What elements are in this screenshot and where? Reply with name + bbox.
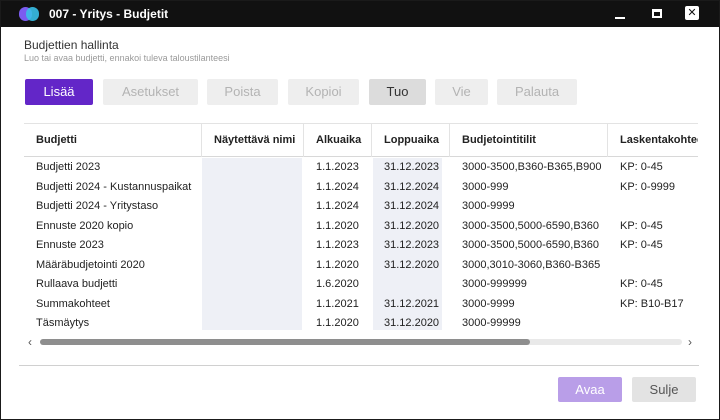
table-cell [202, 217, 304, 237]
window-close-button[interactable]: ✕ [683, 5, 701, 23]
table-row[interactable]: Määräbudjetointi 2020 1.1.2020 31.12.2020 3… [24, 256, 698, 276]
table-cell: KP: 0-9999 [620, 180, 676, 193]
table-cell: 1.1.2024 [316, 180, 359, 193]
table-cell: 31.12.2020 [384, 219, 440, 232]
table-cell [202, 158, 304, 178]
scroll-right-icon[interactable]: › [684, 335, 696, 349]
budget-management-window: 007 - Yritys - Budjetit ✕ Budjettien hal… [0, 0, 720, 420]
maximize-button[interactable] [648, 5, 666, 23]
table-row[interactable]: Rullaava budjetti 1.6.2020 3000-999999 KP: … [24, 275, 698, 295]
table-row[interactable]: Budjetti 2023 1.1.2023 31.12.2023 3000-3500… [24, 158, 698, 178]
table-cell: 3000-99999 [462, 317, 521, 329]
column-header-start[interactable]: Alkuaika [304, 124, 372, 157]
scroll-left-icon[interactable]: ‹ [24, 335, 36, 349]
table-cell: 3000-9999 [462, 297, 515, 310]
export-button[interactable]: Vie [435, 79, 488, 105]
table-cell: 3000-999999 [462, 278, 527, 290]
column-header-targets[interactable]: Laskentakohteet [608, 124, 698, 157]
table-cell: 1.6.2020 [316, 278, 359, 290]
table-cell: Ennuste 2020 kopio [36, 219, 134, 232]
table-cell: 3000-3500,5000-6590,B360 [462, 219, 600, 232]
maximize-icon [652, 9, 662, 18]
table-cell: 1.1.2020 [316, 219, 359, 232]
column-header-accounts[interactable]: Budjetointitilit [450, 124, 608, 157]
table-cell [608, 197, 698, 217]
table-cell [608, 256, 698, 276]
table-cell: 31.12.2021 [384, 297, 440, 310]
table-cell [202, 197, 304, 217]
table-row[interactable]: Budjetti 2024 - Yritystaso 1.1.2024 31.12.… [24, 197, 698, 217]
title-bar[interactable]: 007 - Yritys - Budjetit ✕ [1, 1, 719, 27]
page-subtitle: Luo tai avaa budjetti, ennakoi tuleva ta… [24, 53, 230, 63]
table-cell: Budjetti 2023 [36, 161, 101, 173]
table-cell: KP: 0-45 [620, 278, 663, 290]
table-cell: 3000-999 [462, 180, 509, 193]
table-cell [202, 178, 304, 198]
close-icon: ✕ [685, 6, 699, 20]
table-row[interactable]: Täsmäytys 1.1.2020 31.12.2020 3000-99999 [24, 314, 698, 331]
table-cell: 3000-9999 [462, 200, 515, 212]
add-button[interactable]: Lisää [25, 79, 93, 105]
column-header-display-name[interactable]: Näytettävä nimi [202, 124, 304, 157]
table-cell: KP: 0-45 [620, 161, 663, 173]
footer-divider [19, 365, 699, 366]
table-cell: KP: B10-B17 [620, 297, 684, 310]
settings-button[interactable]: Asetukset [103, 79, 198, 105]
table-cell [202, 236, 304, 256]
table-row[interactable]: Budjetti 2024 - Kustannuspaikat 1.1.2024 3… [24, 178, 698, 198]
table-cell: 31.12.2024 [384, 200, 440, 212]
delete-button[interactable]: Poista [207, 79, 278, 105]
scroll-thumb[interactable] [40, 339, 530, 345]
import-button[interactable]: Tuo [369, 79, 426, 105]
table-cell: Budjetti 2024 - Kustannuspaikat [36, 180, 192, 193]
window-title: 007 - Yritys - Budjetit [49, 7, 169, 21]
table-cell: 1.1.2023 [316, 161, 359, 173]
table-cell [202, 256, 304, 276]
table-row[interactable]: Summakohteet 1.1.2021 31.12.2021 3000-9999 K… [24, 295, 698, 315]
table-cell: 31.12.2023 [384, 239, 440, 251]
table-cell: Määräbudjetointi 2020 [36, 258, 145, 271]
table-cell: 31.12.2020 [384, 258, 440, 271]
table-cell: Täsmäytys [36, 317, 90, 329]
table-cell: 1.1.2020 [316, 258, 359, 271]
table-cell: 3000-3500,5000-6590,B360 [462, 239, 600, 251]
table-cell: Summakohteet [36, 297, 110, 310]
table-header: Budjetti Näytettävä nimi Alkuaika Loppua… [24, 124, 698, 157]
minimize-icon [615, 17, 625, 19]
table-row[interactable]: Ennuste 2023 1.1.2023 31.12.2023 3000-3500,… [24, 236, 698, 256]
table-cell: 1.1.2024 [316, 200, 359, 212]
table-cell: KP: 0-45 [620, 239, 663, 251]
table-cell: Rullaava budjetti [36, 278, 118, 290]
horizontal-scrollbar[interactable]: ‹ › [24, 335, 698, 349]
table-cell: 1.1.2023 [316, 239, 359, 251]
table-cell [202, 295, 304, 315]
close-button[interactable]: Sulje [632, 377, 696, 402]
restore-button[interactable]: Palauta [497, 79, 577, 105]
table-cell: 3000,3010-3060,B360-B365 [462, 258, 601, 271]
copy-button[interactable]: Kopioi [288, 79, 359, 105]
table-cell: Ennuste 2023 [36, 239, 104, 251]
table-cell: 31.12.2024 [384, 180, 440, 193]
table-cell: 31.12.2023 [384, 161, 440, 173]
table-cell [372, 275, 450, 295]
table-cell [202, 314, 304, 331]
budget-table: Budjetti Näytettävä nimi Alkuaika Loppua… [24, 123, 698, 331]
table-cell: 1.1.2021 [316, 297, 359, 310]
table-cell: 3000-3500,B360-B365,B900 [462, 161, 602, 173]
table-cell: 1.1.2020 [316, 317, 359, 329]
table-row[interactable]: Ennuste 2020 kopio 1.1.2020 31.12.2020 3000… [24, 217, 698, 237]
app-logo-icon [19, 7, 39, 21]
open-button[interactable]: Avaa [558, 377, 622, 402]
column-header-end[interactable]: Loppuaika [372, 124, 450, 157]
column-header-budget[interactable]: Budjetti [24, 124, 202, 157]
table-cell: Budjetti 2024 - Yritystaso [36, 200, 159, 212]
page-title: Budjettien hallinta [24, 38, 119, 52]
table-cell [202, 275, 304, 295]
table-cell: 31.12.2020 [384, 317, 440, 329]
minimize-button[interactable] [611, 5, 629, 23]
table-cell: KP: 0-45 [620, 219, 663, 232]
table-cell [608, 314, 698, 331]
